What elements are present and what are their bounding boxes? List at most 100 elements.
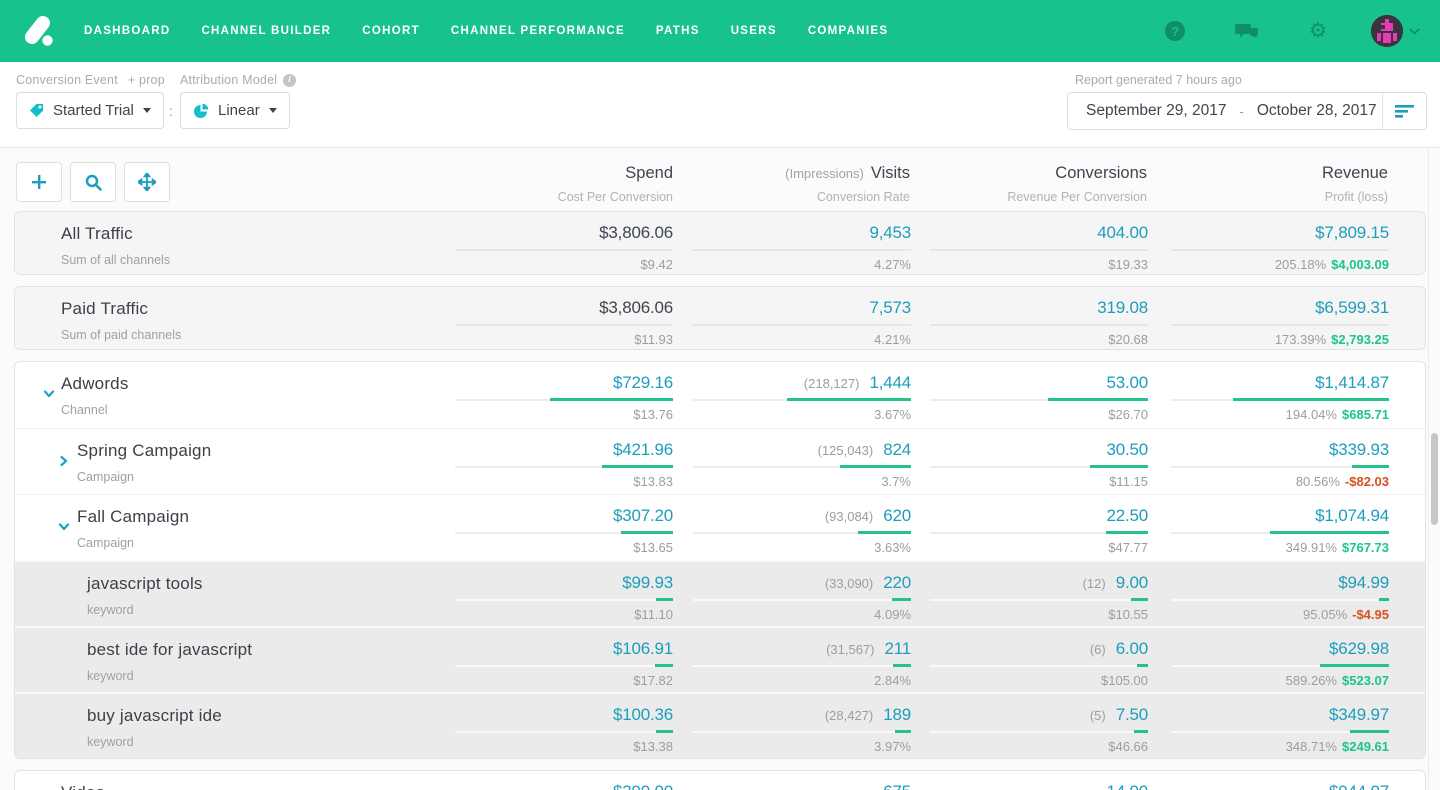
value-bar [930, 399, 1148, 401]
cell-value[interactable]: $349.97 [1329, 705, 1389, 724]
cell-value[interactable]: 7,573 [869, 298, 911, 317]
cell-value[interactable]: $7,809.15 [1315, 223, 1389, 242]
cell-value[interactable]: $629.98 [1329, 639, 1389, 658]
table-row[interactable]: Spring Campaign Campaign $421.96 $13.83 … [15, 428, 1425, 494]
expand-chevron-icon[interactable] [57, 454, 71, 468]
cell-value[interactable]: $1,074.94 [1315, 506, 1389, 525]
user-menu[interactable] [1371, 15, 1420, 47]
nav-item-dashboard[interactable]: DASHBOARD [84, 25, 170, 37]
pie-chart-icon [193, 103, 209, 119]
cell-value[interactable]: 14.00 [1106, 782, 1148, 790]
metric-cell: $3,806.06 $9.42 [433, 223, 673, 272]
cell-value[interactable]: $106.91 [613, 639, 673, 658]
cell-value[interactable]: $307.20 [613, 506, 673, 525]
expand-chevron-icon[interactable] [57, 520, 71, 534]
cell-value[interactable]: 620 [883, 506, 911, 525]
cell-value[interactable]: $3,806.06 [599, 298, 673, 317]
column-header-revenue[interactable]: Revenue Profit (loss) [1088, 164, 1388, 204]
table-row[interactable]: All Traffic Sum of all channels $3,806.0… [15, 212, 1425, 274]
tag-icon [29, 103, 44, 118]
cell-value[interactable]: $3,806.06 [599, 223, 673, 242]
chevron-down-icon[interactable] [1409, 28, 1420, 35]
cell-subvalue: 95.05% [1303, 607, 1347, 622]
cell-value[interactable]: 9.00 [1116, 573, 1148, 592]
cell-subvalue: 589.26% [1286, 673, 1337, 688]
cell-value[interactable]: 824 [883, 440, 911, 459]
settings-gear-icon[interactable]: ⚙ [1309, 21, 1327, 41]
cell-value[interactable]: 30.50 [1106, 440, 1148, 459]
cell-value[interactable]: $94.99 [1338, 573, 1389, 592]
row-title: buy javascript ide [87, 706, 222, 726]
nav-item-channel-builder[interactable]: CHANNEL BUILDER [201, 25, 331, 37]
row-title: javascript tools [87, 574, 203, 594]
cell-value[interactable]: 189 [883, 705, 911, 724]
cell-value[interactable]: $390.00 [613, 782, 673, 790]
attribution-logo-icon[interactable] [20, 12, 58, 50]
cell-value[interactable]: $729.16 [613, 373, 673, 392]
add-prop-link[interactable]: + prop [128, 73, 165, 87]
column-subtitle: Profit (loss) [1088, 190, 1388, 204]
cell-value[interactable]: 1,444 [869, 373, 911, 392]
cell-value[interactable]: $1,414.87 [1315, 373, 1389, 392]
table-row[interactable]: Video Channel $390.00 675 14.00 $944.07 [15, 771, 1425, 790]
value-bar [693, 466, 911, 468]
avatar[interactable] [1371, 15, 1403, 47]
cell-value[interactable]: 220 [883, 573, 911, 592]
help-icon[interactable]: ? [1165, 21, 1185, 41]
nav-item-paths[interactable]: PATHS [656, 25, 700, 37]
conversion-event-dropdown[interactable]: Started Trial [16, 92, 164, 129]
cell-value[interactable]: 53.00 [1106, 373, 1148, 392]
cell-value[interactable]: $100.36 [613, 705, 673, 724]
chat-icon[interactable] [1235, 21, 1259, 41]
cell-value[interactable]: $6,599.31 [1315, 298, 1389, 317]
row-subtitle: keyword [87, 735, 222, 749]
cell-profit-value: $249.61 [1342, 739, 1389, 754]
value-bar [455, 466, 673, 468]
filter-lines-icon [1395, 104, 1415, 119]
cell-profit-value: $2,793.25 [1331, 332, 1389, 347]
table-row[interactable]: Paid Traffic Sum of paid channels $3,806… [15, 287, 1425, 349]
date-dash: - [1239, 104, 1243, 119]
value-bar [1171, 249, 1389, 251]
value-bar [455, 249, 673, 251]
value-bar-fill [858, 531, 911, 534]
table-row[interactable]: best ide for javascript keyword $106.91 … [15, 626, 1425, 692]
cell-value[interactable]: $421.96 [613, 440, 673, 459]
value-bar [455, 532, 673, 534]
cell-value[interactable]: 404.00 [1097, 223, 1148, 242]
table-row[interactable]: Adwords Channel $729.16 $13.76 (218,127)… [15, 362, 1425, 428]
cell-value[interactable]: 319.08 [1097, 298, 1148, 317]
value-bar-fill [1233, 398, 1389, 401]
cell-value[interactable]: 22.50 [1106, 506, 1148, 525]
cell-value[interactable]: 7.50 [1116, 705, 1148, 724]
date-range-picker[interactable]: September 29, 2017 - October 28, 2017 [1067, 92, 1427, 130]
attribution-model-dropdown[interactable]: Linear [180, 92, 290, 129]
cell-value[interactable]: 9,453 [869, 223, 911, 242]
cell-profit-value: $523.07 [1342, 673, 1389, 688]
date-filter-button[interactable] [1382, 93, 1426, 129]
nav-item-companies[interactable]: COMPANIES [808, 25, 889, 37]
all-traffic-card: All Traffic Sum of all channels $3,806.0… [14, 211, 1426, 275]
expand-chevron-icon[interactable] [42, 387, 56, 401]
metric-cell: $729.16 $13.76 [433, 373, 673, 422]
cell-value[interactable]: 675 [883, 782, 911, 790]
value-bar-fill [621, 531, 673, 534]
value-bar-fill [1379, 598, 1389, 601]
cell-value[interactable]: $339.93 [1329, 440, 1389, 459]
attribution-model-label: Attribution Model i [180, 73, 296, 87]
cell-value[interactable]: 6.00 [1116, 639, 1148, 658]
nav-item-channel-performance[interactable]: CHANNEL PERFORMANCE [451, 25, 625, 37]
cell-value[interactable]: $99.93 [622, 573, 673, 592]
table-row[interactable]: Fall Campaign Campaign $307.20 $13.65 (9… [15, 494, 1425, 560]
nav-item-cohort[interactable]: COHORT [362, 25, 420, 37]
info-icon[interactable]: i [283, 74, 296, 87]
table-row[interactable]: javascript tools keyword $99.93 $11.10 (… [15, 560, 1425, 626]
cell-subvalue: $11.10 [634, 607, 673, 622]
metric-cell: $3,806.06 $11.93 [433, 298, 673, 347]
cell-value[interactable]: $944.07 [1329, 782, 1389, 790]
scrollbar-thumb[interactable] [1431, 433, 1438, 525]
metric-cell: $421.96 $13.83 [433, 440, 673, 489]
table-row[interactable]: buy javascript ide keyword $100.36 $13.3… [15, 692, 1425, 758]
value-bar-fill [1131, 598, 1148, 601]
nav-item-users[interactable]: USERS [731, 25, 777, 37]
